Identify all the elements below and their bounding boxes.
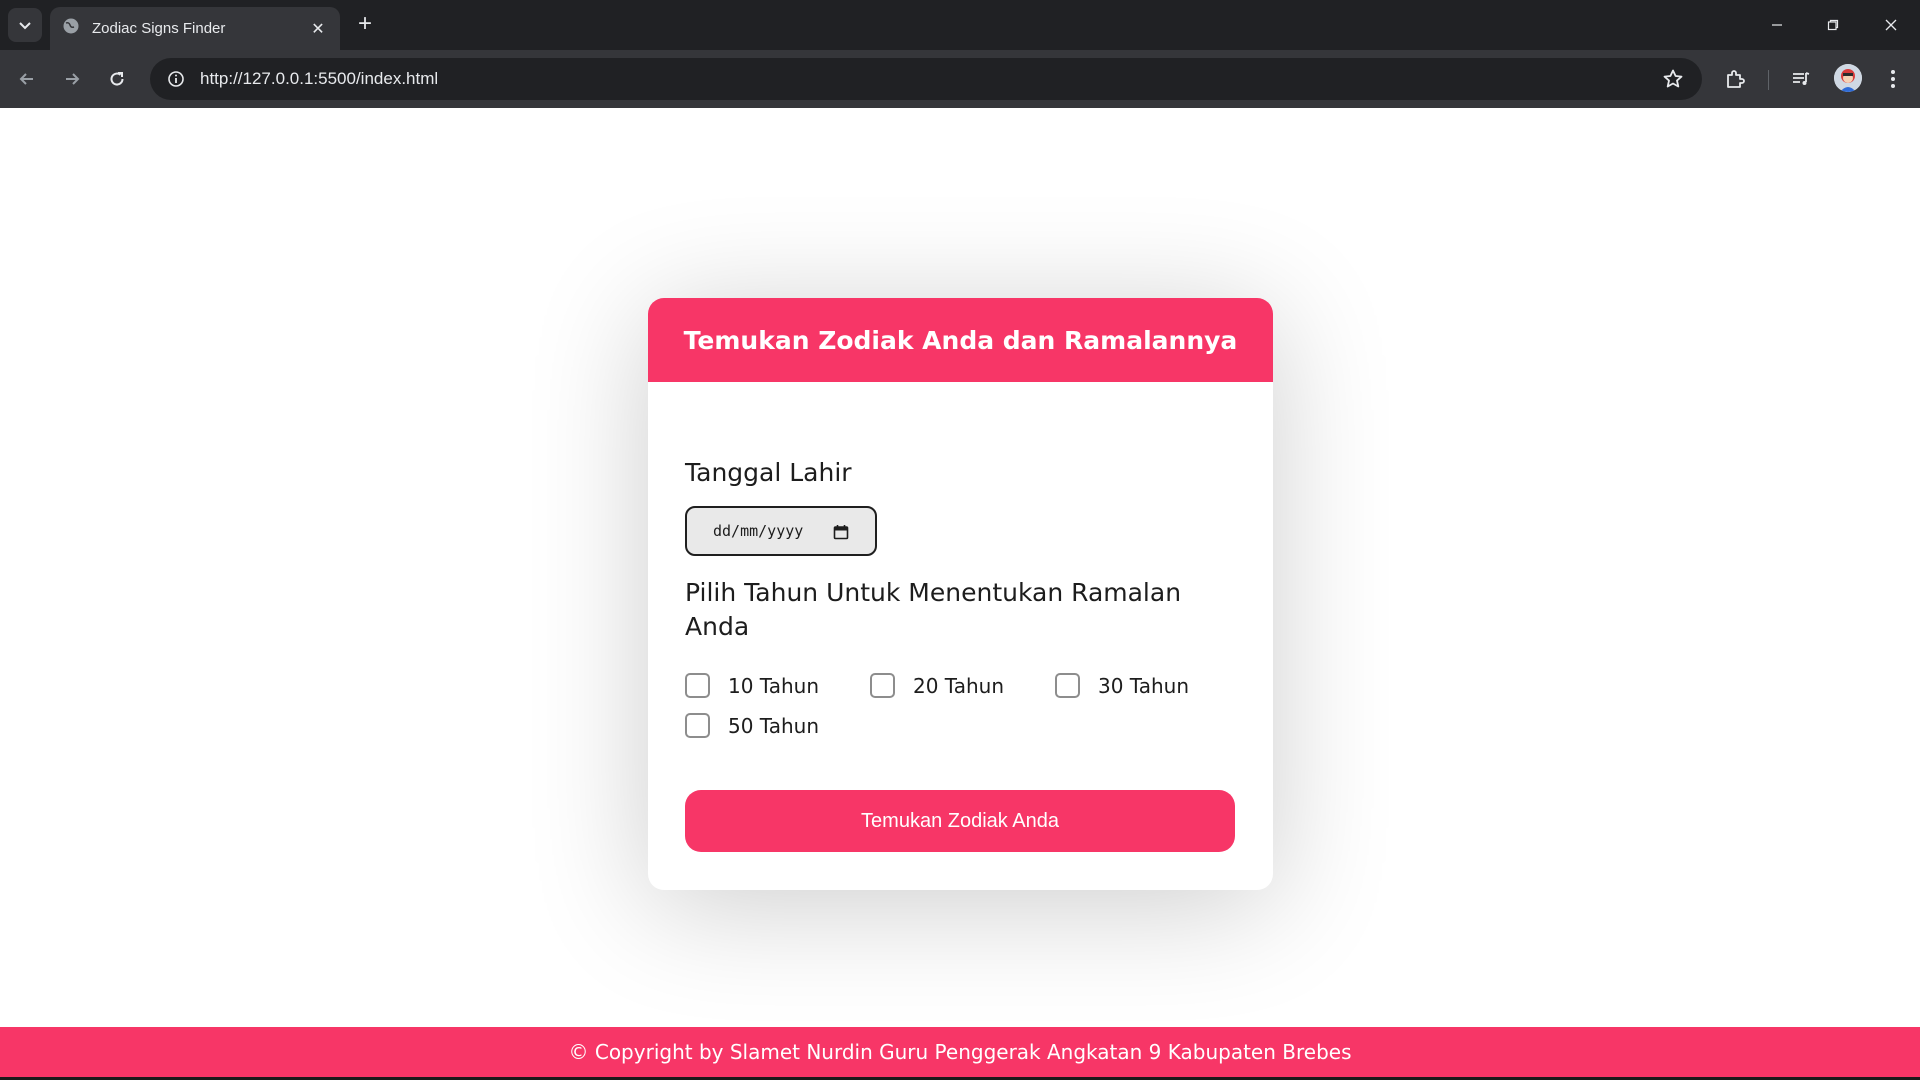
- address-bar[interactable]: http://127.0.0.1:5500/index.html: [150, 58, 1702, 100]
- birth-date-label: Tanggal Lahir: [685, 458, 852, 487]
- browser-tab[interactable]: Zodiac Signs Finder ✕: [50, 7, 340, 50]
- option-label: 30 Tahun: [1098, 673, 1189, 698]
- restore-icon[interactable]: [1810, 10, 1856, 40]
- close-window-icon[interactable]: [1868, 10, 1914, 40]
- media-control-icon[interactable]: [1786, 64, 1816, 94]
- tab-close-icon[interactable]: ✕: [308, 19, 328, 39]
- option-30-tahun[interactable]: 30 Tahun: [1055, 673, 1189, 698]
- find-zodiac-button-label: Temukan Zodiak Anda: [861, 809, 1059, 832]
- option-20-tahun[interactable]: 20 Tahun: [870, 673, 1004, 698]
- profile-avatar[interactable]: [1834, 64, 1862, 92]
- checkbox[interactable]: [870, 673, 895, 698]
- date-placeholder: dd/mm/yyyy: [713, 522, 804, 540]
- info-icon[interactable]: [156, 58, 196, 100]
- find-zodiac-button[interactable]: Temukan Zodiak Anda: [685, 790, 1235, 852]
- reload-icon[interactable]: [102, 64, 132, 94]
- card-header: Temukan Zodiak Anda dan Ramalannya: [648, 298, 1273, 382]
- copyright-text: © Copyright by Slamet Nurdin Guru Pengge…: [568, 1040, 1352, 1064]
- option-label: 20 Tahun: [913, 673, 1004, 698]
- option-10-tahun[interactable]: 10 Tahun: [685, 673, 819, 698]
- tab-search-icon[interactable]: [8, 8, 42, 42]
- back-icon[interactable]: [12, 64, 42, 94]
- checkbox[interactable]: [685, 673, 710, 698]
- zodiac-form-card: Temukan Zodiak Anda dan Ramalannya Tangg…: [648, 298, 1273, 890]
- birth-date-input[interactable]: dd/mm/yyyy: [685, 506, 877, 556]
- checkbox[interactable]: [1055, 673, 1080, 698]
- browser-toolbar: http://127.0.0.1:5500/index.html: [0, 50, 1920, 108]
- option-label: 10 Tahun: [728, 673, 819, 698]
- tab-title: Zodiac Signs Finder: [92, 20, 226, 37]
- year-choice-label: Pilih Tahun Untuk Menentukan Ramalan And…: [685, 578, 1182, 641]
- globe-icon: [62, 17, 80, 40]
- calendar-icon[interactable]: [833, 524, 849, 545]
- extensions-icon[interactable]: [1720, 64, 1750, 94]
- minimize-icon[interactable]: [1754, 10, 1800, 40]
- new-tab-button[interactable]: +: [352, 12, 378, 38]
- option-label: 50 Tahun: [728, 713, 819, 738]
- checkbox[interactable]: [685, 713, 710, 738]
- card-title: Temukan Zodiak Anda dan Ramalannya: [683, 325, 1238, 355]
- toolbar-separator: [1768, 70, 1769, 90]
- url-text: http://127.0.0.1:5500/index.html: [200, 69, 439, 88]
- more-menu-icon[interactable]: [1878, 64, 1908, 94]
- forward-icon[interactable]: [57, 64, 87, 94]
- browser-tabstrip: Zodiac Signs Finder ✕ +: [0, 0, 1920, 50]
- star-icon[interactable]: [1662, 68, 1684, 95]
- option-50-tahun[interactable]: 50 Tahun: [685, 713, 819, 738]
- page-footer: © Copyright by Slamet Nurdin Guru Pengge…: [0, 1027, 1920, 1080]
